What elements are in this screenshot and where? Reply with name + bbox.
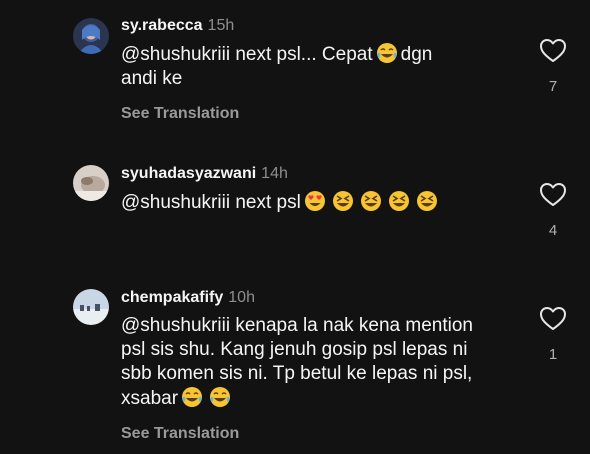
comment-text: @shushukriii kenapa la nak kena mention … [121,314,521,411]
comment-meta: chempakafify 10h [121,288,521,308]
like-count: 1 [548,346,558,363]
see-translation-link[interactable]: See Translation [121,425,521,443]
like-column: 4 [538,182,568,239]
tears-of-joy-emoji [181,386,203,408]
see-translation-link[interactable]: See Translation [121,105,521,123]
username[interactable]: syuhadasyazwani [121,165,256,182]
mention-text: @shushukriii next psl... Cepat [121,44,373,65]
grinning-squint-emoji [388,190,410,212]
comment-body: syuhadasyazwani 14h @shushukriii next psl [121,164,521,215]
like-count: 7 [548,78,558,95]
timestamp: 15h [207,17,235,34]
comment-text: @shushukriii next psl... Cepat dgn andi k… [121,42,521,91]
comment-meta: sy.rabecca 15h [121,16,521,36]
like-column: 1 [538,306,568,363]
like-column: 7 [538,38,568,95]
heart-icon[interactable] [539,306,567,332]
username[interactable]: sy.rabecca [121,17,203,34]
mention-text: @shushukriii next psl [121,192,301,213]
grinning-squint-emoji [332,190,354,212]
grinning-squint-emoji [360,190,382,212]
heart-icon[interactable] [539,182,567,208]
heart-icon[interactable] [539,38,567,64]
avatar[interactable] [73,289,109,325]
comment-body: chempakafify 10h @shushukriii kenapa la n… [121,288,521,443]
username[interactable]: chempakafify [121,289,223,306]
like-count: 4 [548,222,558,239]
heart-eyes-emoji [304,190,326,212]
comment-text: @shushukriii next psl [121,190,521,215]
timestamp: 10h [228,289,255,306]
timestamp: 14h [261,165,288,182]
mention-text: @shushukriii kenapa la nak kena mention … [121,315,473,409]
comment-meta: syuhadasyazwani 14h [121,164,521,184]
comment-body: sy.rabecca 15h @shushukriii next psl... C… [121,16,521,123]
avatar[interactable] [73,18,109,54]
tears-of-joy-emoji [376,42,398,64]
avatar[interactable] [73,165,109,201]
tears-of-joy-emoji [209,386,231,408]
grinning-squint-emoji [416,190,438,212]
